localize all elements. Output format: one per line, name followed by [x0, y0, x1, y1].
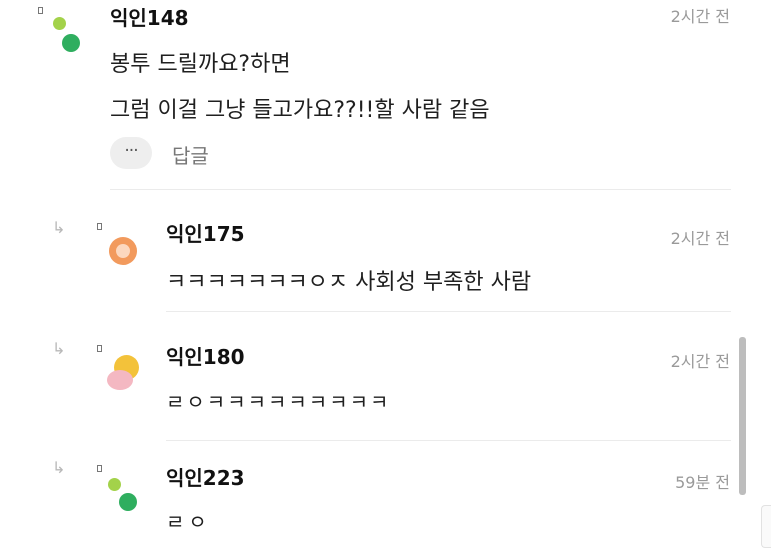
divider [166, 440, 731, 441]
reply-180: ↳ 익인180 2시간 전 ㄹㅇㅋㅋㅋㅋㅋㅋㅋㅋㅋ [0, 312, 740, 452]
author-marker-icon [97, 465, 102, 472]
comment-text-line: 그럼 이걸 그냥 들고가요??!!할 사람 같음 [110, 98, 490, 123]
comment-author[interactable]: 익인180 [166, 341, 245, 370]
comment-148: 익인148 2시간 전 봉투 드릴까요?하면 그럼 이걸 그냥 들고가요??!!… [0, 0, 740, 190]
avatar-dot-large [62, 34, 80, 52]
author-marker-icon [38, 7, 43, 14]
reply-223: ↳ 익인223 59분 전 ㄹㅇ [0, 452, 740, 548]
more-options-button[interactable]: ··· [110, 137, 152, 169]
author-marker-icon [97, 223, 102, 230]
reply-arrow-icon: ↳ [52, 218, 66, 237]
comment-time: 2시간 전 [670, 229, 730, 248]
reply-button[interactable]: 답글 [172, 140, 209, 169]
comment-author[interactable]: 익인148 [110, 2, 189, 31]
avatar-bottom [107, 370, 133, 390]
avatar-inner [116, 244, 130, 258]
avatar-dot-small [53, 17, 66, 30]
comment-author[interactable]: 익인175 [166, 218, 245, 247]
reply-arrow-icon: ↳ [52, 458, 66, 477]
avatar-dot-small [108, 478, 121, 491]
scrollbar[interactable] [739, 337, 746, 495]
comment-time: 59분 전 [675, 473, 730, 492]
side-panel-edge [761, 505, 771, 548]
reply-arrow-icon: ↳ [52, 339, 66, 358]
comment-time: 2시간 전 [670, 352, 730, 371]
comment-time: 2시간 전 [670, 7, 730, 26]
reply-175: ↳ 익인175 2시간 전 ㅋㅋㅋㅋㅋㅋㅋㅇㅈ 사회성 부족한 사람 [0, 190, 740, 312]
author-marker-icon [97, 345, 102, 352]
avatar-dot-large [119, 493, 137, 511]
comment-text-line: 봉투 드릴까요?하면 [110, 52, 291, 77]
comment-text-line: ㄹㅇ [166, 510, 211, 534]
comment-author[interactable]: 익인223 [166, 462, 245, 491]
comment-text-line: ㅋㅋㅋㅋㅋㅋㅋㅇㅈ 사회성 부족한 사람 [166, 270, 532, 295]
comment-text-line: ㄹㅇㅋㅋㅋㅋㅋㅋㅋㅋㅋ [166, 390, 391, 414]
